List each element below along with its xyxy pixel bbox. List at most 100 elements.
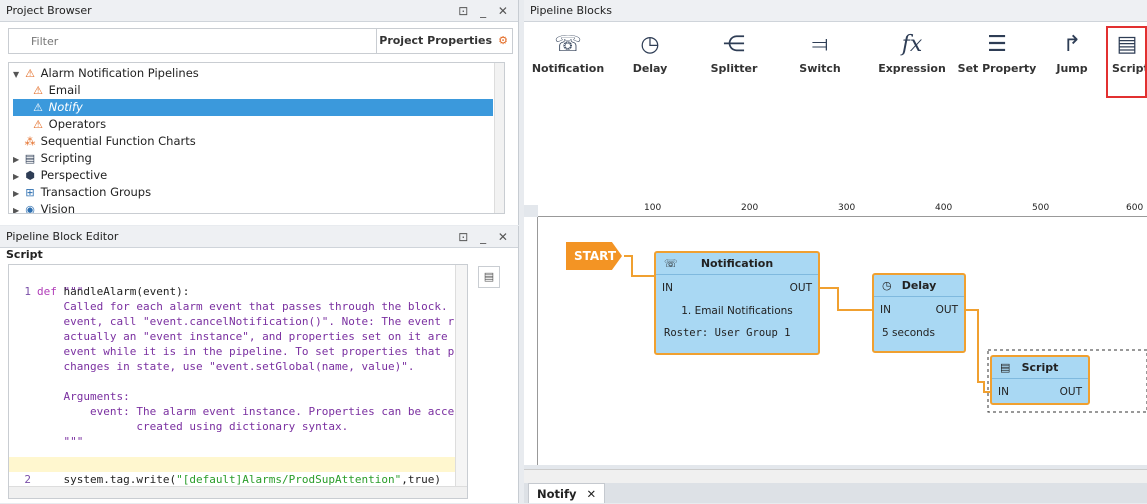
tree-item-notify[interactable]: ⚠ Notify (13, 99, 493, 116)
tree-item-email[interactable]: ⚠ Email (31, 82, 491, 99)
tab-notify[interactable]: Notify ✕ (528, 483, 606, 503)
documentation-button[interactable]: ▤ (478, 266, 500, 288)
tree-item-label: Notify (48, 100, 83, 114)
script-icon: ▤ (1116, 32, 1138, 57)
code-string: "[default]Alarms/ProdSupAttention" (176, 473, 402, 486)
block-script[interactable]: ▤ Script (1106, 26, 1147, 98)
project-browser-title: Project Browser (6, 4, 92, 17)
node-title: Script (1021, 361, 1059, 374)
notification-line-2: Roster: User Group 1 (664, 327, 791, 339)
code-text: event, call "event.cancelNotification()"… (37, 315, 455, 328)
chevron-right-icon[interactable]: ▶ (13, 202, 23, 213)
tree-item-label: Alarm Notification Pipelines (40, 66, 199, 80)
code-text: event: The alarm event instance. Propert… (37, 405, 455, 418)
tree-item-alarm-notification-pipelines[interactable]: ▼ ⚠ Alarm Notification Pipelines (13, 65, 493, 82)
pipeline-block-editor-panel: Pipeline Block Editor ⊡ _ ✕ Script 1 def … (0, 226, 519, 503)
ruler-tick: 500 (1032, 203, 1050, 213)
document-icon: ▤ (483, 270, 495, 283)
properties-icon: ⚙ (498, 34, 508, 47)
project-properties-label: Project Properties (379, 34, 492, 47)
transaction-icon: ⊞ (25, 186, 35, 199)
pipeline-canvas[interactable]: START ☏ Notification IN OUT 1. Email Noti… (538, 217, 1147, 465)
block-splitter[interactable]: ⋲ Splitter (692, 28, 776, 92)
sfc-icon: ⁂ (24, 135, 36, 148)
tree-item-transaction-groups[interactable]: ▶ ⊞ Transaction Groups (13, 184, 493, 201)
code-text: ,true) (401, 473, 441, 486)
block-delay[interactable]: ◷ Delay (608, 28, 692, 92)
block-jump[interactable]: ↱ Jump (1038, 28, 1106, 92)
tree-item-operators[interactable]: ⚠ Operators (31, 116, 491, 133)
filter-bar: Q▾ Project Properties ⚙ (8, 28, 513, 54)
filter-input[interactable] (9, 29, 377, 53)
project-properties-button[interactable]: Project Properties ⚙ (379, 29, 512, 53)
block-label: Splitter (710, 62, 758, 75)
block-label: Notification (531, 62, 605, 75)
tab-label: Notify (537, 487, 577, 501)
script-icon: ▤ (24, 152, 36, 165)
tree-item-vision[interactable]: ▶ ◉ Vision (13, 201, 493, 213)
code-text: system.tag.write( (37, 473, 177, 486)
jump-icon: ↱ (1062, 32, 1082, 57)
in-port[interactable]: IN (998, 386, 1009, 398)
code-text: changes in state, use "event.setGlobal(n… (37, 360, 415, 373)
pipeline-blocks-panel: ☏ Notification ◷ Delay ⋲ Splitter ⫤ Switch f… (524, 22, 1147, 205)
tree-item-scripting[interactable]: ▶ ▤ Scripting (13, 150, 493, 167)
panel-controls[interactable]: ⊡ _ ✕ (458, 226, 512, 248)
tree-item-label: Transaction Groups (40, 185, 152, 199)
pipeline-icon: ⚠ (33, 84, 43, 97)
perspective-icon: ⬢ (25, 169, 35, 182)
switch-icon: ⫤ (811, 32, 829, 57)
start-node[interactable]: START (566, 242, 622, 270)
node-title: Notification (700, 257, 774, 270)
block-switch[interactable]: ⫤ Switch (778, 28, 862, 92)
block-label: Delay (632, 62, 668, 75)
chevron-right-icon[interactable]: ▶ (13, 168, 23, 185)
set-property-icon: ☰ (987, 32, 1007, 57)
script-icon: ▤ (1000, 361, 1011, 374)
pipeline-blocks-header: Pipeline Blocks (524, 0, 1147, 22)
chevron-right-icon[interactable]: ▶ (13, 151, 23, 168)
block-label: Set Property (957, 62, 1037, 75)
notification-node[interactable]: ☏ Notification IN OUT 1. Email Notificati… (654, 251, 820, 355)
delay-node[interactable]: ◷ Delay IN OUT 5 seconds (872, 273, 966, 353)
out-port[interactable]: OUT (936, 304, 958, 316)
canvas-horizontal-scrollbar[interactable] (524, 469, 1147, 483)
code-horizontal-scrollbar[interactable] (9, 486, 467, 498)
pipeline-icon: ⚠ (33, 101, 43, 114)
block-expression[interactable]: fx Expression (870, 28, 954, 92)
project-browser-panel: Project Browser ⊡ _ ✕ Q▾ Project Propert… (0, 0, 519, 225)
pipeline-icon: ⚠ (33, 118, 43, 131)
connection-notification-delay (820, 287, 872, 311)
block-label: Script (1112, 62, 1147, 75)
chevron-down-icon[interactable]: ▼ (13, 66, 23, 83)
code-text: actually an "event instance", and proper… (37, 330, 448, 343)
in-port[interactable]: IN (662, 282, 673, 294)
script-section-label: Script (6, 248, 43, 261)
script-node[interactable]: ▤ Script IN OUT (990, 355, 1090, 405)
panel-controls[interactable]: ⊡ _ ✕ (458, 0, 512, 22)
ruler-tick: 400 (935, 203, 953, 213)
close-icon[interactable]: ✕ (586, 487, 596, 501)
project-tree: ▼ ⚠ Alarm Notification Pipelines ⚠ Email … (8, 62, 505, 214)
out-port[interactable]: OUT (1060, 386, 1082, 398)
block-set-property[interactable]: ☰ Set Property (952, 28, 1042, 92)
block-editor-title: Pipeline Block Editor (6, 230, 119, 243)
tree-item-sequential-function-charts[interactable]: ⁂ Sequential Function Charts (13, 133, 493, 150)
delay-icon: ◷ (882, 279, 892, 292)
tree-item-perspective[interactable]: ▶ ⬢ Perspective (13, 167, 493, 184)
code-text: """ (37, 435, 84, 448)
code-line-2: 2 system.tag.write("[default]Alarms/Prod… (9, 457, 455, 486)
line-number: 1 (24, 285, 31, 298)
code-editor[interactable]: 1 def handleAlarm(event): """ Called for … (8, 264, 468, 499)
block-notification[interactable]: ☏ Notification (526, 28, 610, 92)
out-port[interactable]: OUT (790, 282, 812, 294)
chevron-right-icon[interactable]: ▶ (13, 185, 23, 202)
notification-line-1: 1. Email Notifications (681, 305, 793, 317)
code-text: Arguments: (37, 390, 130, 403)
code-vertical-scrollbar[interactable] (455, 265, 467, 487)
splitter-icon: ⋲ (723, 32, 745, 57)
expression-icon: fx (901, 32, 923, 57)
in-port[interactable]: IN (880, 304, 891, 316)
tree-scrollbar[interactable] (494, 63, 504, 213)
delay-icon: ◷ (640, 32, 660, 57)
